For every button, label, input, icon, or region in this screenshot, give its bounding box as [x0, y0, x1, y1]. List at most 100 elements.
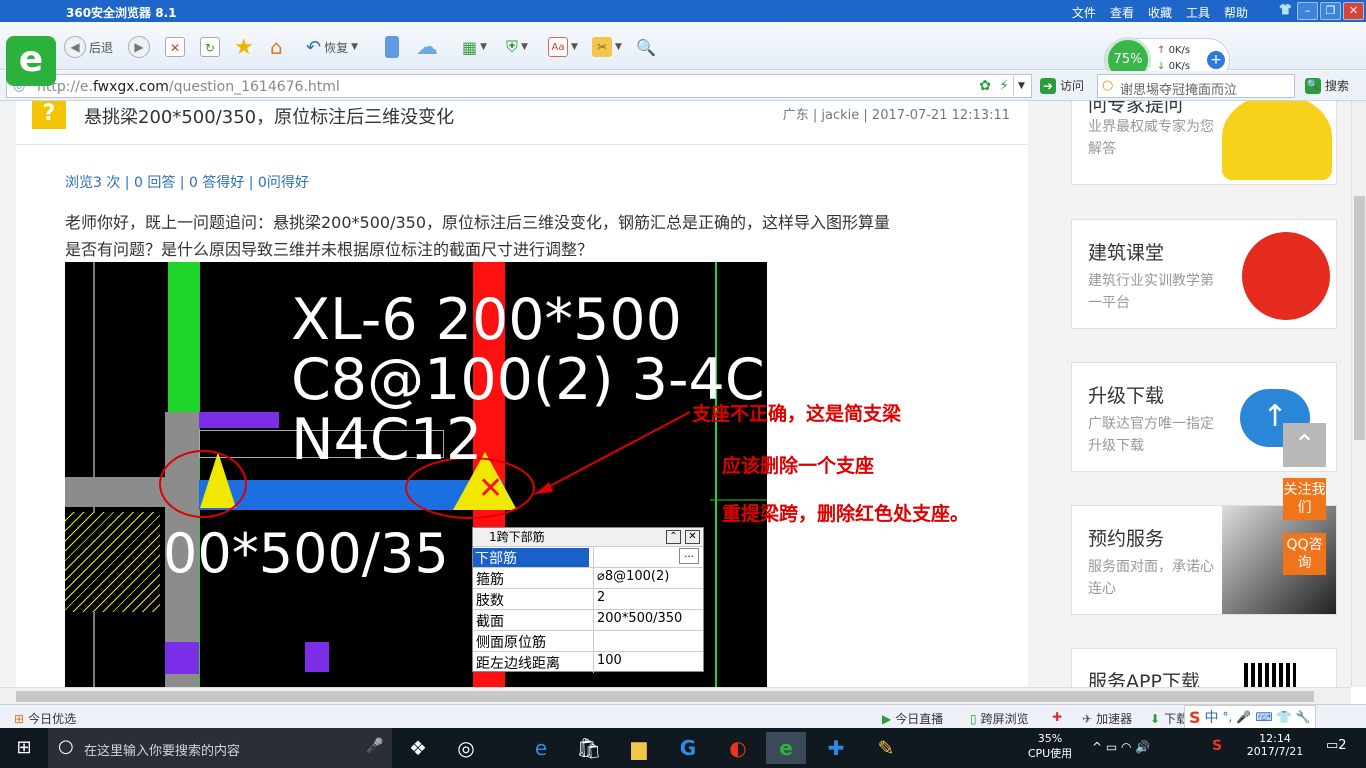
sidebar-card-classroom[interactable]: 建筑课堂 建筑行业实训教学第一平台	[1071, 219, 1337, 329]
browser-logo-icon: e	[6, 36, 56, 86]
scroll-thumb[interactable]	[16, 691, 1314, 702]
sogou-tray-icon[interactable]: S	[1212, 738, 1222, 754]
menu-help[interactable]: 帮助	[1224, 4, 1248, 21]
question-stats[interactable]: 浏览3 次 | 0 回答 | 0 答得好 | 0问得好	[65, 172, 309, 192]
secure-icon[interactable]: ✿	[979, 78, 991, 94]
panel-close-icon[interactable]: ✕	[685, 530, 700, 544]
horizontal-scrollbar[interactable]	[0, 687, 1351, 704]
menu-file[interactable]: 文件	[1072, 4, 1096, 21]
skin-icon[interactable]: 👕	[1275, 2, 1296, 20]
cpu-usage[interactable]: 35% CPU使用	[1020, 732, 1080, 761]
ellipsis-button[interactable]: ...	[679, 548, 699, 564]
property-panel[interactable]: 1跨下部筋 ⌃ ✕ 下部筋 ... 箍筋 ⌀8@100(2) 肢数 2 截面 2…	[472, 527, 704, 673]
download-icon: ⬇	[1150, 711, 1161, 726]
browser-360-icon[interactable]: e	[766, 732, 806, 764]
app-title: 360安全浏览器 8.1	[66, 6, 177, 20]
windows-start-button[interactable]: ⊞	[4, 732, 44, 764]
menu-view[interactable]: 查看	[1110, 4, 1134, 21]
accelerator-button[interactable]: ✈ 加速器	[1082, 710, 1132, 727]
notifications-icon[interactable]: ▭2	[1326, 738, 1347, 753]
translate-button[interactable]: Aa ▼	[548, 34, 578, 60]
follow-us-button[interactable]: 关注我们	[1283, 478, 1326, 520]
close-button[interactable]: ✕	[1343, 2, 1364, 20]
vertical-scrollbar[interactable]	[1351, 101, 1366, 687]
lightning-icon[interactable]: ⚡	[999, 78, 1009, 94]
minimize-button[interactable]: –	[1297, 2, 1318, 20]
apps-button[interactable]: ▦ ▼	[462, 34, 487, 60]
glodon-icon[interactable]: G	[668, 732, 708, 764]
security-button[interactable]: ⛨ ▼	[506, 34, 528, 60]
panel-row[interactable]: 截面 200*500/350	[473, 609, 703, 631]
sidebar-card-expert[interactable]: 问专家提问 业界最权威专家为您解答	[1071, 101, 1337, 185]
plus-icon[interactable]: +	[1207, 51, 1225, 69]
cross-screen-button[interactable]: ▯ 跨屏浏览	[970, 710, 1029, 727]
download-button[interactable]: ⬇ 下载	[1150, 710, 1188, 727]
menu-tools[interactable]: 工具	[1186, 4, 1210, 21]
visit-button[interactable]: ➜ 访问	[1040, 77, 1084, 94]
search-icon: 🔍	[1305, 77, 1321, 94]
panel-row[interactable]: 下部筋 ...	[473, 546, 703, 568]
mic-icon: 🎤	[1236, 710, 1252, 724]
sidebar-card-app[interactable]: 服务APP下载	[1071, 648, 1337, 687]
zoom-button[interactable]: 🔍	[636, 34, 656, 60]
punctuation-icon: °,	[1222, 710, 1233, 724]
panel-row[interactable]: 肢数 2	[473, 588, 703, 610]
today-picks-button[interactable]: ⊞ 今日优选	[14, 710, 76, 727]
task-view-icon[interactable]: ❖	[398, 732, 438, 764]
search-input[interactable]: ○ 谢思埸夺冠掩面而泣	[1097, 74, 1295, 98]
address-bar[interactable]: ◎ http://e.fwxgx.com/question_1614676.ht…	[6, 74, 1032, 98]
taskbar-app-icon[interactable]: ◎	[446, 732, 486, 764]
tray-icons[interactable]: ^ ▭ ◠ 🔊	[1092, 740, 1150, 754]
back-button[interactable]: ◀ 后退	[64, 34, 113, 60]
clock[interactable]: 12:14 2017/7/21	[1240, 732, 1310, 758]
home-button[interactable]: ⌂	[270, 34, 283, 60]
refresh-icon: ↻	[200, 37, 220, 57]
stop-button[interactable]: ✕	[165, 34, 185, 60]
edge-icon[interactable]: e	[521, 732, 561, 764]
title-bar: 360安全浏览器 8.1 文件 查看 收藏 工具 帮助 👕 – ❐ ✕	[0, 0, 1366, 22]
maximize-button[interactable]: ❐	[1320, 2, 1341, 20]
refresh-button[interactable]: ↻	[200, 34, 220, 60]
mobile-button[interactable]	[385, 34, 399, 60]
app-cross-icon[interactable]: ✚	[816, 732, 856, 764]
question-mark-icon: ?	[32, 101, 66, 129]
search-button[interactable]: 🔍 搜索	[1305, 77, 1349, 94]
undo-icon: ↶	[306, 36, 322, 58]
favorites-button[interactable]: ★	[234, 34, 254, 60]
panel-row[interactable]: 侧面原位筋	[473, 630, 703, 652]
url-text: http://e.fwxgx.com/question_1614676.html	[37, 79, 340, 95]
address-dropdown-icon[interactable]: ▼	[1013, 76, 1029, 96]
toolbar: e ◀ 后退 ▶ ✕ ↻ ★ ⌂ ↶ 恢复 ▼ ☁ ▦ ▼ ⛨ ▼ Aa ▼ ✂…	[0, 22, 1366, 86]
expert-mascot-icon	[1222, 101, 1332, 180]
store-icon[interactable]: 🛍	[569, 732, 609, 764]
ime-toolbar[interactable]: S 中 °, 🎤 ⌨ 👕 🔧	[1184, 705, 1316, 729]
cloud-button[interactable]: ☁	[416, 34, 438, 60]
forward-arrow-icon: ▶	[128, 36, 150, 58]
star-icon: ★	[234, 34, 254, 60]
restore-button[interactable]: ↶ 恢复 ▼	[306, 34, 358, 60]
plugin-icon[interactable]: ✚	[1052, 710, 1062, 724]
scroll-thumb[interactable]	[1354, 196, 1365, 440]
status-bar: ⊞ 今日优选 ▶ 今日直播 ▯ 跨屏浏览 ✚ ✈ 加速器 ⬇ 下载 S 中 °, 🎤 ⌨ …	[0, 704, 1366, 729]
live-button[interactable]: ▶ 今日直播	[882, 710, 943, 727]
question-header: ? 悬挑梁200*500/350，原位标注后三维没变化 广东 | jackie …	[16, 101, 1028, 145]
phone-icon	[385, 36, 399, 58]
wrench-icon: 🔧	[1295, 710, 1311, 724]
search-engine-icon: ○	[1102, 78, 1114, 93]
screenshot-button[interactable]: ✂ ▼	[592, 34, 622, 60]
back-arrow-icon: ◀	[64, 36, 86, 58]
qq-consult-button[interactable]: QQ咨询	[1283, 533, 1326, 575]
collapse-icon[interactable]: ⌃	[666, 530, 681, 544]
menu-favorites[interactable]: 收藏	[1148, 4, 1172, 21]
panel-row[interactable]: 箍筋 ⌀8@100(2)	[473, 567, 703, 589]
back-to-top-button[interactable]: ⌃	[1283, 423, 1326, 467]
notepad-icon[interactable]: ✎	[866, 732, 906, 764]
annotation-redo-span: 重提梁跨，删除红色处支座。	[722, 503, 970, 525]
glodon-red-icon[interactable]: ◐	[718, 732, 758, 764]
folder-icon[interactable]: ▆	[619, 732, 659, 764]
forward-button[interactable]: ▶	[128, 34, 150, 60]
taskbar: ⊞ ○ 在这里输入你要搜索的内容 🎤 ❖ ◎ e 🛍 ▆ G ◐ e ✚ ✎ 3…	[0, 728, 1366, 768]
shield-icon: ⛨	[506, 37, 519, 56]
panel-row[interactable]: 距左边线距离 100	[473, 651, 703, 673]
taskbar-search[interactable]: ○ 在这里输入你要搜索的内容 🎤	[48, 728, 392, 768]
